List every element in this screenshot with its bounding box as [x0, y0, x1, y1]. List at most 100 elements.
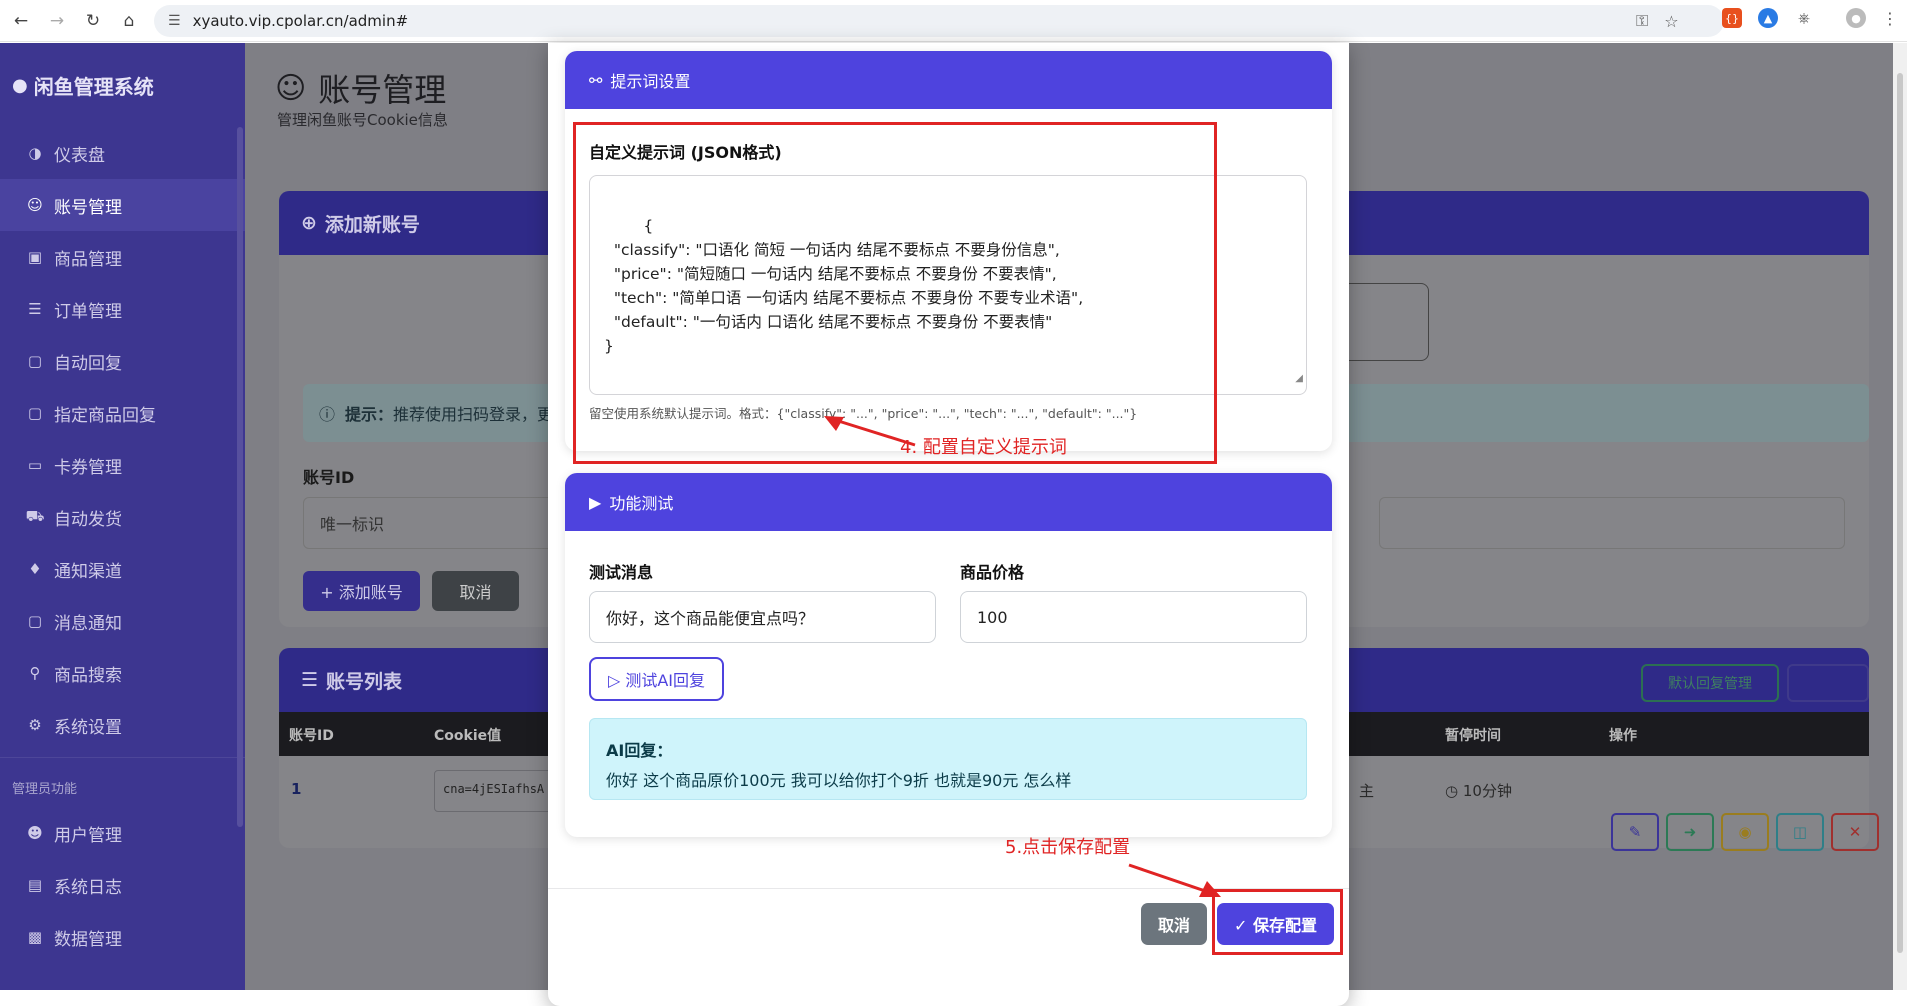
cancel-add-button[interactable]: 取消	[432, 571, 519, 611]
price-input[interactable]: 100	[960, 591, 1307, 643]
sidebar-item-6[interactable]: ▭ 卡券管理	[0, 439, 245, 491]
address-bar[interactable]: ☰ xyauto.vip.cpolar.cn/admin#	[154, 5, 1724, 37]
sidebar-item-label: 商品搜索	[54, 665, 122, 686]
truck-icon: ⛟	[25, 507, 45, 525]
sidebar-item-label: 自动回复	[54, 353, 122, 374]
tip-text: 推荐使用扫码登录，更	[393, 405, 554, 424]
sidebar-item-label: 数据管理	[54, 929, 122, 950]
site-info-icon[interactable]: ☰	[168, 13, 181, 29]
brand: ● 闲鱼管理系统	[0, 43, 245, 127]
admin-item-0[interactable]: ☻ 用户管理	[0, 807, 245, 859]
account-id-label: 账号ID	[303, 468, 355, 487]
test-message-label: 测试消息	[589, 563, 654, 582]
edit-button[interactable]: ✎	[1611, 813, 1659, 851]
sidebar-item-1[interactable]: ☺ 账号管理	[0, 179, 245, 231]
list-icon: ☰	[301, 669, 319, 691]
extension-icon[interactable]: ▲	[1758, 8, 1778, 28]
test-ai-reply-button[interactable]: ▷ 测试AI回复	[589, 657, 724, 701]
gauge-icon: ◑	[28, 144, 42, 162]
sidebar-item-label: 系统设置	[54, 717, 122, 738]
sidebar-item-label: 自动发货	[54, 509, 122, 530]
star-icon[interactable]: ☆	[1664, 12, 1678, 31]
sidebar-item-label: 用户管理	[54, 825, 122, 846]
sidebar-item-8[interactable]: ♦ 通知渠道	[0, 543, 245, 595]
col-pause: 暂停时间	[1445, 728, 1501, 744]
play-circle-icon: ▶	[589, 492, 602, 512]
bell-icon: ♦	[28, 560, 42, 578]
app-root: ● 闲鱼管理系统 ◑ 仪表盘 ☺ 账号管理 ▣ 商品管理 ☰ 订单管理 ▢ 自动回复 ▢ 指定商品回复…	[0, 43, 1907, 1006]
sidebar-item-label: 账号管理	[54, 197, 122, 218]
admin-item-1[interactable]: ▤ 系统日志	[0, 859, 245, 911]
ai-button[interactable]: ◉	[1721, 813, 1769, 851]
plus-circle-icon: ⊕	[301, 212, 317, 234]
back-icon[interactable]: ←	[6, 6, 36, 36]
sidebar-item-label: 系统日志	[54, 877, 122, 898]
sidebar-item-5[interactable]: ▢ 指定商品回复	[0, 387, 245, 439]
refresh-button[interactable]	[1787, 664, 1869, 702]
price-label: 商品价格	[960, 563, 1025, 582]
copy-button[interactable]: ◫	[1776, 813, 1824, 851]
admin-item-2[interactable]: ▩ 数据管理	[0, 911, 245, 963]
annotation-step4: 4. 配置自定义提示词	[900, 437, 1067, 458]
sidebar-item-label: 通知渠道	[54, 561, 122, 582]
ai-reply-box: AI回复： 你好 这个商品原价100元 我可以给你打个9折 也就是90元 怎么样	[589, 718, 1307, 800]
browser-toolbar: ← → ↻ ⌂ ☰ xyauto.vip.cpolar.cn/admin# ⚿ …	[0, 0, 1907, 42]
sidebar-item-10[interactable]: ⚲ 商品搜索	[0, 647, 245, 699]
menu-icon[interactable]: ⋮	[1880, 8, 1900, 28]
row-pause-text: 10分钟	[1462, 782, 1512, 800]
function-test-card: ▶ 功能测试 测试消息 你好，这个商品能便宜点吗？ 商品价格 100 ▷ 测试A…	[565, 473, 1332, 837]
scroll-thumb[interactable]	[1897, 73, 1903, 953]
sidebar-item-label: 订单管理	[54, 301, 122, 322]
wide-input[interactable]	[1379, 497, 1845, 549]
sidebar-item-3[interactable]: ☰ 订单管理	[0, 283, 245, 335]
page-subtitle: 管理闲鱼账号Cookie信息	[277, 111, 448, 129]
page-title-text: 账号管理	[318, 71, 447, 109]
reload-icon[interactable]: ↻	[78, 6, 108, 36]
account-list-title: 账号列表	[326, 670, 403, 693]
sidebar-item-label: 商品管理	[54, 249, 122, 270]
prompt-settings-title: 提示词设置	[610, 72, 691, 91]
window-scrollbar[interactable]	[1893, 43, 1907, 990]
ai-reply-text: 你好 这个商品原价100元 我可以给你打个9折 也就是90元 怎么样	[606, 771, 1072, 790]
extension-icon[interactable]: {}	[1722, 8, 1742, 28]
forward-icon[interactable]: →	[42, 6, 72, 36]
tip-label: 提示：	[345, 405, 394, 424]
row-status: 主	[1359, 782, 1375, 800]
sidebar-item-9[interactable]: ▢ 消息通知	[0, 595, 245, 647]
box-icon: ▣	[27, 248, 43, 266]
sidebar-scrollbar[interactable]	[237, 127, 243, 827]
puzzle-icon[interactable]: ⎈	[1794, 8, 1814, 28]
search-icon: ⚲	[29, 664, 41, 682]
modal-cancel-button[interactable]: 取消	[1141, 903, 1207, 945]
resize-grip-icon[interactable]: ◢	[1295, 367, 1303, 391]
profile-avatar[interactable]: ●	[1846, 8, 1866, 28]
function-test-title: 功能测试	[609, 494, 674, 513]
delete-button[interactable]: ✕	[1831, 813, 1879, 851]
sidebar-item-7[interactable]: ⛟ 自动发货	[0, 491, 245, 543]
annotation-arrow-step4	[824, 416, 916, 447]
sidebar-item-2[interactable]: ▣ 商品管理	[0, 231, 245, 283]
col-actions: 操作	[1609, 728, 1637, 744]
sidebar-item-11[interactable]: ⚙ 系统设置	[0, 699, 245, 751]
annotation-arrow-step5	[1128, 863, 1221, 897]
users-icon: ☻	[27, 824, 43, 842]
account-id-input[interactable]: 唯一标识	[303, 497, 563, 549]
user-circle-icon: ☺	[275, 70, 307, 106]
row-id[interactable]: 1	[291, 780, 301, 798]
key-icon[interactable]: ⚿	[1636, 11, 1648, 31]
add-account-button[interactable]: + 添加账号	[303, 571, 420, 611]
chat-icon: ▢	[27, 404, 43, 422]
col-account-id: 账号ID	[289, 728, 334, 744]
sidebar-item-4[interactable]: ▢ 自动回复	[0, 335, 245, 387]
chat-icon: ▢	[27, 352, 43, 370]
test-message-input[interactable]: 你好，这个商品能便宜点吗？	[589, 591, 936, 643]
sidebar-item-0[interactable]: ◑ 仪表盘	[0, 127, 245, 179]
chat-icon: ⚯	[589, 70, 603, 90]
user-circle-icon: ☺	[27, 196, 43, 214]
prompt-settings-header: ⚯ 提示词设置	[565, 51, 1332, 109]
sidebar-nav: ◑ 仪表盘 ☺ 账号管理 ▣ 商品管理 ☰ 订单管理 ▢ 自动回复 ▢ 指定商品回复 ▭ 卡券管理 ⛟ 自动发…	[0, 127, 245, 751]
add-account-title: 添加新账号	[324, 213, 420, 236]
home-icon[interactable]: ⌂	[114, 6, 144, 36]
login-button[interactable]: ➜	[1666, 813, 1714, 851]
default-reply-button[interactable]: 默认回复管理	[1641, 664, 1779, 702]
